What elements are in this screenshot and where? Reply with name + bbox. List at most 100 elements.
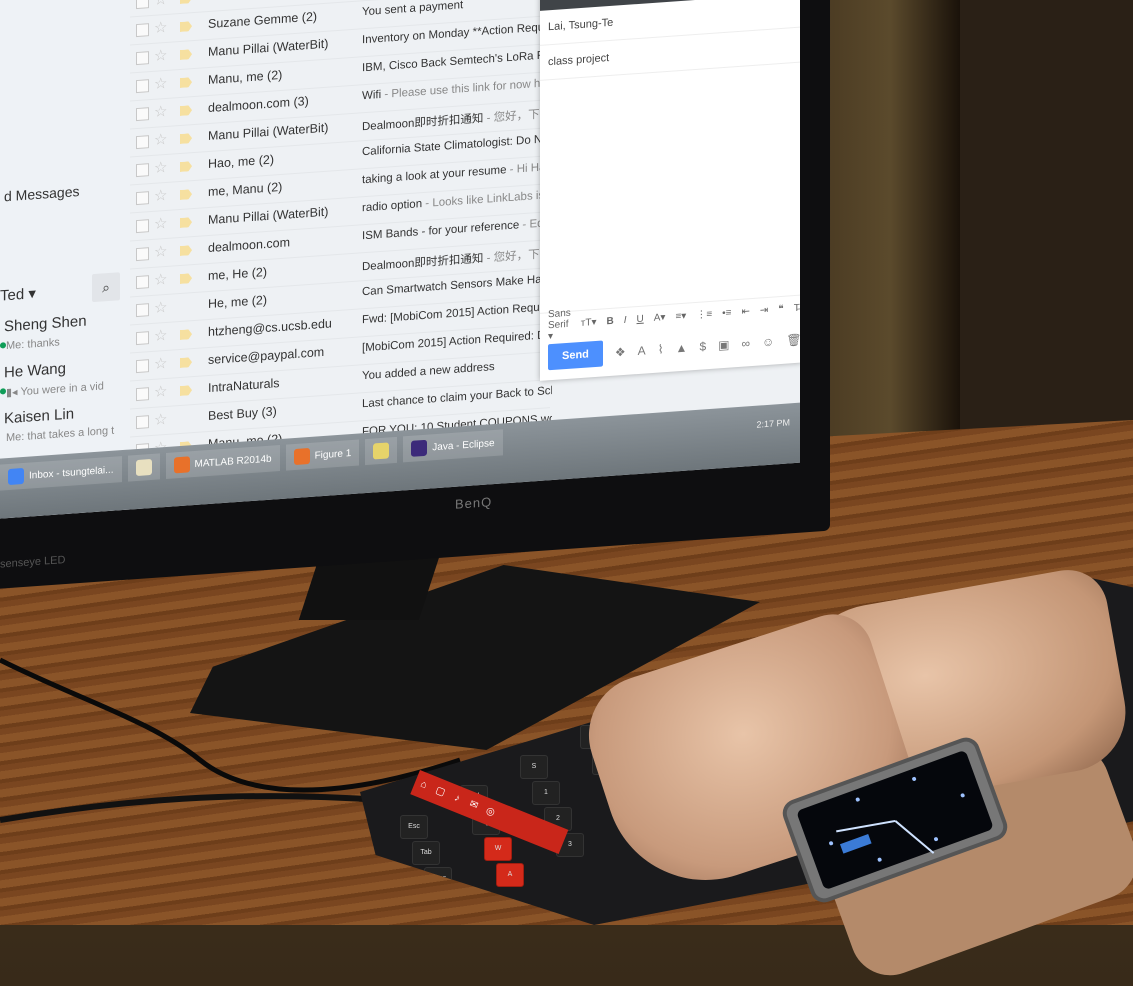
taskbar-item-label: Java - Eclipse — [432, 437, 495, 453]
select-checkbox[interactable] — [136, 331, 149, 346]
watch-badge — [839, 834, 872, 854]
key[interactable]: Tab — [412, 841, 440, 865]
star-icon[interactable]: ☆ — [154, 242, 167, 261]
chat-user-status[interactable]: Ted ▾ — [0, 284, 36, 305]
select-checkbox[interactable] — [136, 303, 149, 318]
thread-sender: Suzane Gemme (2) — [208, 9, 318, 32]
formatting-icon[interactable]: A — [638, 343, 646, 358]
star-icon[interactable]: ☆ — [154, 18, 167, 37]
importance-marker-icon[interactable] — [180, 0, 192, 4]
importance-marker-icon[interactable] — [180, 189, 192, 200]
compose-body[interactable] — [540, 63, 800, 313]
select-checkbox[interactable] — [136, 0, 149, 10]
select-checkbox[interactable] — [136, 219, 149, 234]
star-icon[interactable]: ☆ — [154, 186, 167, 205]
attach-icon[interactable]: ⌇ — [658, 342, 664, 356]
taskbar-item-label: Figure 1 — [314, 447, 352, 462]
importance-marker-icon[interactable] — [180, 245, 192, 256]
contact-last-message: ▮◂ You were in a vid — [6, 380, 104, 400]
key[interactable]: W — [484, 837, 512, 861]
indent-more-icon[interactable]: ⇥ — [760, 304, 768, 316]
select-checkbox[interactable] — [136, 415, 149, 430]
font-select[interactable]: Sans Serif ▾ — [548, 307, 571, 342]
underline-icon[interactable]: U — [637, 313, 644, 325]
select-checkbox[interactable] — [136, 387, 149, 402]
photo-icon[interactable]: ▣ — [718, 338, 729, 353]
taskbar-item[interactable]: MATLAB R2014b — [165, 445, 280, 480]
numbered-list-icon[interactable]: ⋮≡ — [696, 308, 712, 320]
bulleted-list-icon[interactable]: •≡ — [722, 307, 731, 319]
align-icon[interactable]: ≡▾ — [675, 310, 686, 322]
importance-marker-icon[interactable] — [180, 21, 192, 32]
nav-messages-link[interactable]: d Messages — [4, 183, 79, 204]
send-button[interactable]: Send — [548, 340, 603, 371]
importance-marker-icon[interactable] — [180, 301, 192, 312]
importance-marker-icon[interactable] — [180, 49, 192, 60]
select-checkbox[interactable] — [136, 163, 149, 178]
select-checkbox[interactable] — [136, 51, 149, 66]
taskbar-item[interactable]: Java - Eclipse — [403, 429, 503, 463]
emoji-icon[interactable]: ☺ — [762, 334, 774, 349]
text-color-icon[interactable]: A▾ — [654, 312, 666, 324]
indent-less-icon[interactable]: ⇤ — [742, 306, 750, 318]
taskbar-item-label: MATLAB R2014b — [194, 453, 272, 470]
star-icon[interactable]: ☆ — [154, 410, 167, 429]
drive-icon[interactable]: ▲ — [676, 341, 688, 356]
star-icon[interactable]: ☆ — [154, 130, 167, 149]
clear-format-icon[interactable]: T̶ — [794, 302, 800, 313]
select-checkbox[interactable] — [136, 359, 149, 374]
importance-marker-icon[interactable] — [180, 413, 192, 424]
chat-header: Ted ▾ ⌕ — [0, 272, 125, 311]
eclipse-icon — [411, 439, 428, 457]
importance-marker-icon[interactable] — [180, 105, 192, 116]
quote-icon[interactable]: ❝ — [778, 303, 783, 314]
star-icon[interactable]: ☆ — [154, 214, 167, 233]
watch-minute-hand — [894, 820, 935, 854]
star-icon[interactable]: ☆ — [154, 74, 167, 93]
importance-marker-icon[interactable] — [180, 161, 192, 172]
star-icon[interactable]: ☆ — [154, 270, 167, 289]
italic-icon[interactable]: I — [624, 314, 627, 325]
text-size-icon[interactable]: ᴛT▾ — [581, 316, 597, 328]
taskbar-item[interactable] — [127, 453, 160, 482]
select-checkbox[interactable] — [136, 247, 149, 262]
link-icon[interactable]: ∞ — [741, 336, 750, 351]
star-icon[interactable]: ☆ — [154, 382, 167, 401]
importance-marker-icon[interactable] — [180, 133, 192, 144]
key[interactable]: Esc — [400, 815, 428, 839]
bold-icon[interactable]: B — [607, 315, 614, 327]
importance-marker-icon[interactable] — [180, 357, 192, 368]
select-checkbox[interactable] — [136, 79, 149, 94]
taskbar-item[interactable] — [365, 436, 398, 466]
star-icon[interactable]: ☆ — [154, 354, 167, 373]
taskbar-item[interactable]: Figure 1 — [285, 439, 360, 471]
search-icon[interactable]: ⌕ — [92, 272, 120, 303]
key[interactable]: A — [496, 863, 524, 887]
thread-sender: Manu Pillai (WaterBit) — [208, 36, 329, 60]
key[interactable]: S — [520, 755, 548, 779]
select-checkbox[interactable] — [136, 23, 149, 38]
thread-subject: You sent a payment — [362, 0, 464, 19]
importance-marker-icon[interactable] — [180, 385, 192, 396]
select-checkbox[interactable] — [136, 107, 149, 122]
star-icon[interactable]: ☆ — [154, 0, 167, 9]
importance-marker-icon[interactable] — [180, 329, 192, 340]
key[interactable]: 1 — [532, 781, 560, 805]
star-icon[interactable]: ☆ — [154, 298, 167, 317]
select-checkbox[interactable] — [136, 275, 149, 290]
trash-icon[interactable]: 🗑 — [786, 333, 800, 348]
select-checkbox[interactable] — [136, 191, 149, 206]
star-icon[interactable]: ☆ — [154, 326, 167, 345]
importance-marker-icon[interactable] — [180, 77, 192, 88]
star-icon[interactable]: ☆ — [154, 46, 167, 65]
thread-sender: Hao, me (2) — [208, 152, 274, 172]
dropbox-icon[interactable]: ❖ — [615, 345, 626, 360]
money-icon[interactable]: $ — [699, 339, 706, 353]
importance-marker-icon[interactable] — [180, 217, 192, 228]
system-tray[interactable]: 2:17 PM — [756, 409, 800, 429]
select-checkbox[interactable] — [136, 135, 149, 150]
importance-marker-icon[interactable] — [180, 273, 192, 284]
taskbar-item[interactable]: Inbox - tsungtelai... — [0, 456, 122, 491]
star-icon[interactable]: ☆ — [154, 102, 167, 121]
star-icon[interactable]: ☆ — [154, 158, 167, 177]
